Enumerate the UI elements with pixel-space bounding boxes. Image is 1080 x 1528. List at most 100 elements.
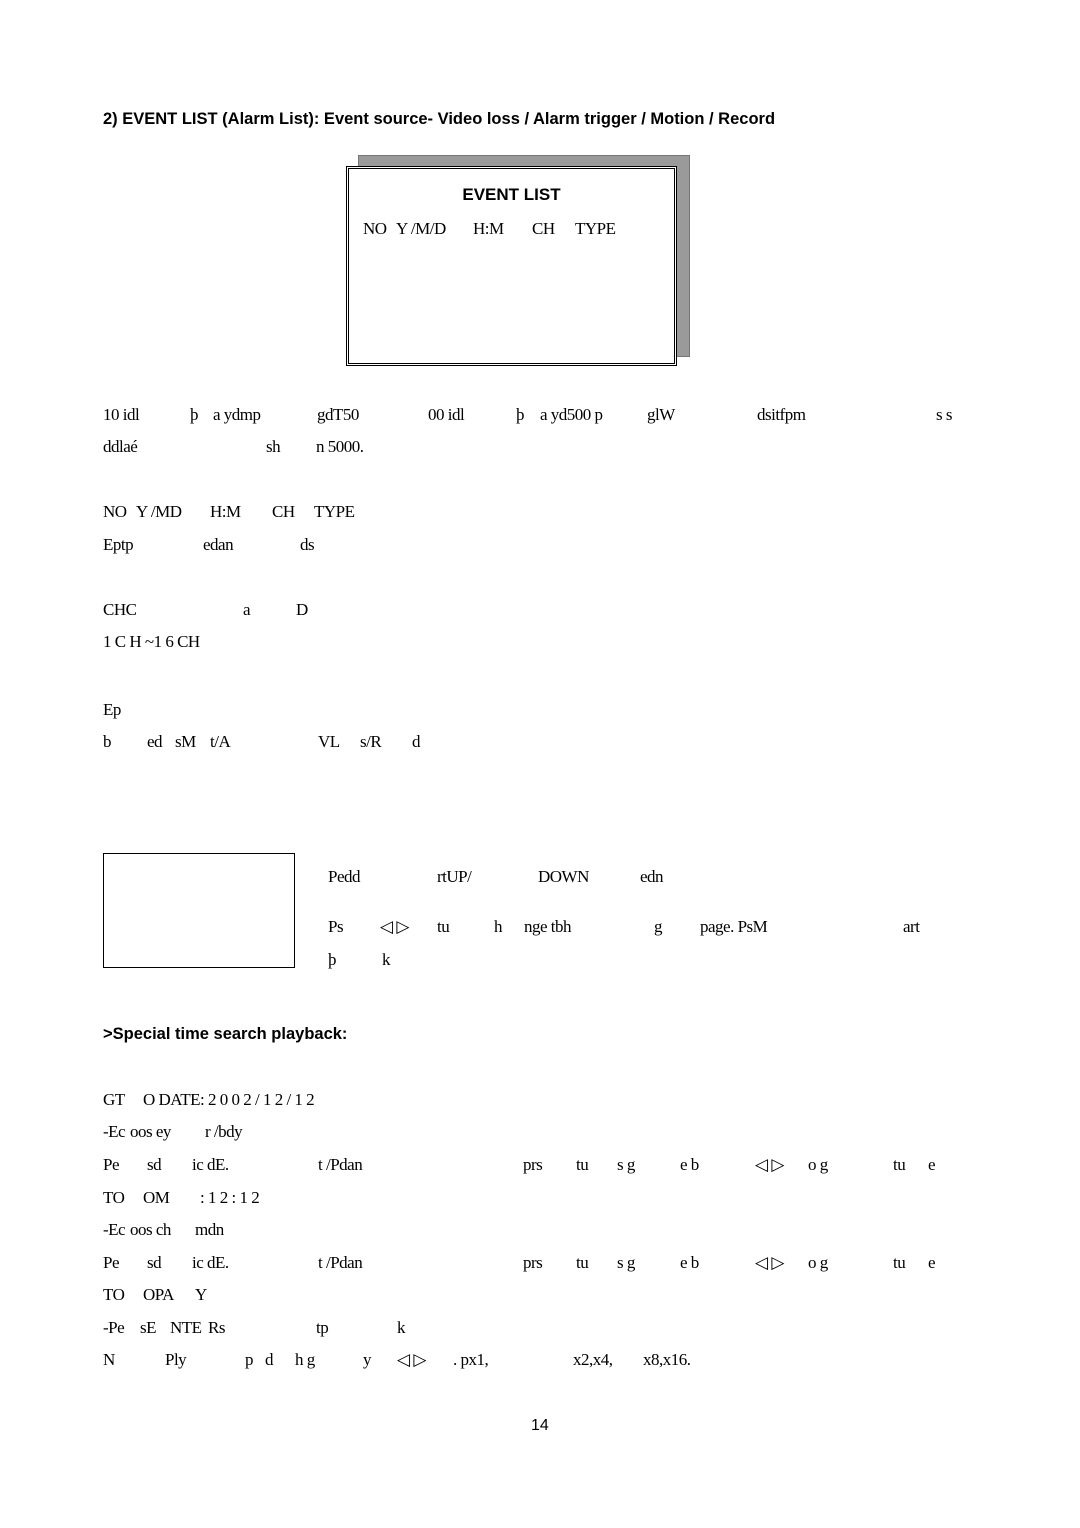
text-fragment: ◁ ▷ [755, 1155, 784, 1174]
text-fragment: edn [640, 867, 664, 886]
text-fragment: TO [103, 1285, 125, 1304]
text-fragment: 10 idl [103, 405, 140, 424]
text-fragment: t /Pdan [318, 1155, 363, 1174]
column-time: H:M [473, 219, 504, 238]
text-fragment: e [928, 1155, 936, 1174]
text-fragment: o g [808, 1253, 828, 1272]
text-fragment: o g [808, 1155, 828, 1174]
column-type: TYPE [575, 219, 616, 238]
text-fragment: prs [523, 1155, 543, 1174]
text-fragment: TO [103, 1188, 125, 1207]
text-fragment: e b [680, 1155, 699, 1174]
text-fragment: : 2 0 0 2 / 1 2 / 1 2 [200, 1090, 315, 1109]
text-fragment: p [245, 1350, 254, 1369]
text-fragment: a [243, 600, 251, 619]
column-no: NO [363, 219, 387, 238]
text-fragment: D [296, 600, 308, 619]
text-fragment: CH [272, 502, 295, 521]
text-fragment: x2,x4, [573, 1350, 613, 1369]
special-time-search-heading: >Special time search playback: [103, 1025, 348, 1043]
text-fragment: ed [147, 732, 163, 751]
event-list-box: EVENT LIST NO Y /M/D H:M CH TYPE [346, 166, 677, 366]
text-fragment: dsitfpm [757, 405, 806, 424]
text-fragment: ic dE. [192, 1155, 229, 1174]
text-fragment: ◁ ▷ [397, 1350, 426, 1369]
text-fragment: s g [617, 1253, 635, 1272]
text-fragment: gdT50 [317, 405, 359, 424]
text-fragment: þ [516, 405, 525, 424]
text-fragment: oos ey [130, 1122, 171, 1141]
text-fragment: d [265, 1350, 274, 1369]
section-heading: 2) EVENT LIST (Alarm List): Event source… [103, 110, 776, 128]
text-fragment: Y [195, 1285, 207, 1304]
text-fragment: þ [190, 405, 199, 424]
text-fragment: TYPE [314, 502, 355, 521]
text-fragment: a ydmp [213, 405, 261, 424]
remote-key-illustration-box [103, 853, 295, 968]
text-fragment: Pe [103, 1253, 120, 1272]
text-fragment: 1 C H ~1 6 CH [103, 632, 200, 651]
text-fragment: tu [893, 1155, 906, 1174]
text-fragment: sE [140, 1318, 157, 1337]
text-fragment: Ps [328, 917, 344, 936]
text-fragment: DOWN [538, 867, 589, 886]
text-fragment: e b [680, 1253, 699, 1272]
text-fragment: -Pe [103, 1318, 125, 1337]
text-fragment: OPA [143, 1285, 174, 1304]
text-fragment: : 1 2 : 1 2 [200, 1188, 260, 1207]
text-fragment: sd [147, 1155, 162, 1174]
text-fragment: Rs [208, 1318, 225, 1337]
text-fragment: -Ec [103, 1122, 126, 1141]
text-fragment: r /bdy [205, 1122, 243, 1141]
text-fragment: e [928, 1253, 936, 1272]
column-channel: CH [532, 219, 555, 238]
text-fragment: ◁ ▷ [755, 1253, 784, 1272]
text-fragment: CHC [103, 600, 137, 619]
text-fragment: Pedd [328, 867, 361, 886]
text-fragment: g [654, 917, 663, 936]
text-fragment: . px1, [453, 1350, 489, 1369]
text-fragment: t/A [210, 732, 231, 751]
column-date: Y /M/D [396, 219, 446, 238]
text-fragment: O DATE [143, 1090, 200, 1109]
text-fragment: NTE [170, 1318, 202, 1337]
text-fragment: nge tbh [524, 917, 572, 936]
text-fragment: tu [893, 1253, 906, 1272]
text-fragment: s g [617, 1155, 635, 1174]
text-fragment: ic dE. [192, 1253, 229, 1272]
event-list-title: EVENT LIST [462, 185, 561, 204]
text-fragment: t /Pdan [318, 1253, 363, 1272]
text-fragment: VL [318, 732, 340, 751]
text-fragment: k [382, 950, 391, 969]
text-fragment: 00 idl [428, 405, 465, 424]
text-fragment: oos ch [130, 1220, 171, 1239]
text-fragment: sd [147, 1253, 162, 1272]
text-fragment: Ply [165, 1350, 187, 1369]
text-fragment: glW [647, 405, 675, 424]
text-fragment: sh [266, 437, 281, 456]
text-fragment: NO [103, 502, 127, 521]
text-fragment: sM [175, 732, 196, 751]
text-fragment: n 5000. [316, 437, 364, 456]
text-fragment: s/R [360, 732, 382, 751]
text-fragment: H:M [210, 502, 241, 521]
text-fragment: ddlaé [103, 437, 138, 456]
text-fragment: Ep [103, 700, 121, 719]
text-fragment: -Ec [103, 1220, 126, 1239]
text-fragment: a yd500 p [540, 405, 603, 424]
text-fragment: h [494, 917, 503, 936]
text-fragment: OM [143, 1188, 170, 1207]
text-fragment: tp [316, 1318, 329, 1337]
text-fragment: Pe [103, 1155, 120, 1174]
page-number: 14 [531, 1417, 549, 1434]
text-fragment: tu [576, 1253, 589, 1272]
text-fragment: þ [328, 950, 337, 969]
text-fragment: Y /MD [136, 502, 182, 521]
text-fragment: prs [523, 1253, 543, 1272]
text-fragment: tu [437, 917, 450, 936]
text-fragment: ◁ ▷ [380, 917, 409, 936]
text-fragment: d [412, 732, 421, 751]
text-fragment: b [103, 732, 112, 751]
text-fragment: x8,x16. [643, 1350, 691, 1369]
text-fragment: k [397, 1318, 406, 1337]
